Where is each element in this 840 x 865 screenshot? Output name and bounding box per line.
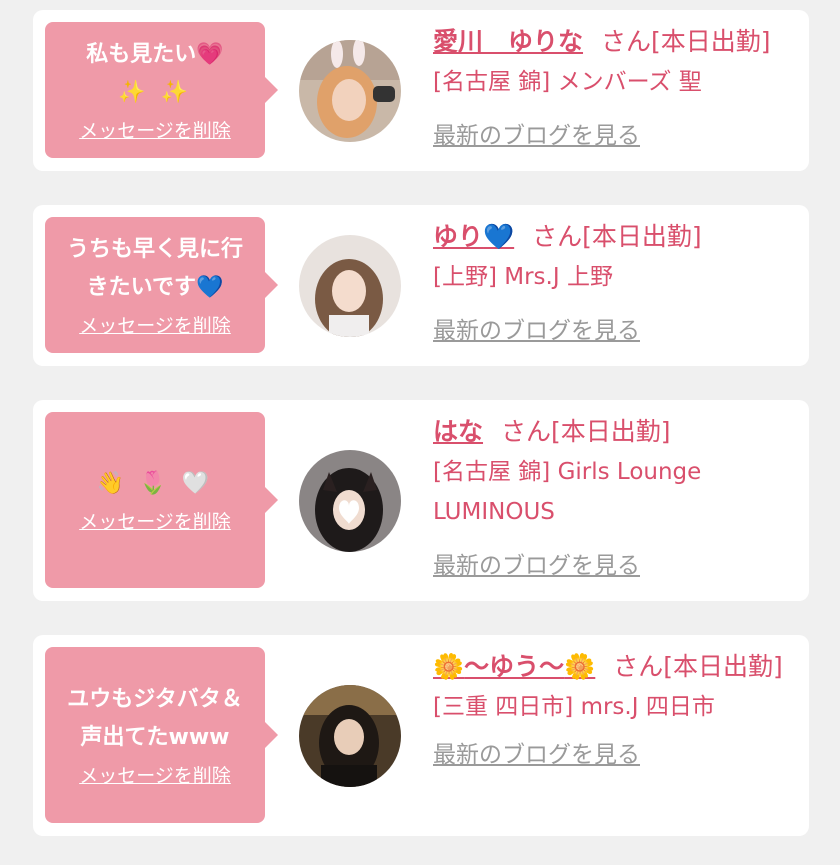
- name-suffix: さん[本日出勤]: [613, 652, 783, 681]
- message-line: ユウもジタバタ＆: [67, 687, 243, 712]
- name-line: ゆり💙 さん[本日出勤]: [433, 217, 789, 257]
- avatar[interactable]: [299, 685, 401, 787]
- shop-name: [三重 四日市] mrs.J 四日市: [433, 694, 715, 720]
- message-card: うちも早く見に行 きたいです💙 メッセージを削除 ゆり💙 さん[本日出勤] [上野…: [33, 205, 809, 366]
- avatar[interactable]: [299, 40, 401, 142]
- cast-name-text: 〜ゆう〜: [464, 652, 565, 681]
- delete-message-link[interactable]: メッセージを削除: [79, 118, 231, 144]
- delete-message-link[interactable]: メッセージを削除: [79, 509, 231, 535]
- message-line: 私も見たい: [86, 42, 197, 67]
- message-card: 👋 🌷 🤍 メッセージを削除 はな さん[本日出勤] [名古屋 錦] Girls …: [33, 400, 809, 601]
- heart-eyes-emoji-icon: 💗: [196, 42, 224, 67]
- blog-link[interactable]: 最新のブログを見る: [433, 735, 640, 775]
- shop-name: [上野] Mrs.J 上野: [433, 264, 613, 290]
- delete-message-link[interactable]: メッセージを削除: [79, 313, 231, 339]
- message-text: 私も見たい💗: [86, 36, 223, 74]
- name-suffix: さん[本日出勤]: [501, 417, 671, 446]
- emoji-row: 👋 🌷 🤍: [97, 465, 213, 503]
- message-bubble: うちも早く見に行 きたいです💙 メッセージを削除: [45, 217, 278, 353]
- blue-heart-emoji-icon: 💙: [195, 275, 224, 300]
- delete-message-link[interactable]: メッセージを削除: [79, 763, 231, 789]
- cast-info: はな さん[本日出勤] [名古屋 錦] Girls Lounge LUMINOUS…: [433, 412, 789, 586]
- blog-link[interactable]: 最新のブログを見る: [433, 546, 640, 586]
- shop-name: [名古屋 錦] Girls Lounge LUMINOUS: [433, 459, 702, 525]
- message-bubble: ユウもジタバタ＆ 声出てたwww メッセージを削除: [45, 647, 278, 823]
- cast-name-link[interactable]: 🌼〜ゆう〜🌼: [433, 652, 595, 681]
- message-list: 私も見たい💗 ✨ ✨ メッセージを削除 愛川 ゆりな さん[本日出勤] [名古屋 …: [0, 0, 840, 865]
- avatar[interactable]: [299, 450, 401, 552]
- waving-hand-emoji-icon: 👋 🌷 🤍: [96, 471, 214, 496]
- message-bubble: 👋 🌷 🤍 メッセージを削除: [45, 412, 278, 588]
- message-text: ユウもジタバタ＆ 声出てたwww: [67, 681, 243, 757]
- sunflower-icon: 🌼: [564, 652, 596, 681]
- blog-link[interactable]: 最新のブログを見る: [433, 116, 640, 156]
- message-card: 私も見たい💗 ✨ ✨ メッセージを削除 愛川 ゆりな さん[本日出勤] [名古屋 …: [33, 10, 809, 171]
- blog-link[interactable]: 最新のブログを見る: [433, 311, 640, 351]
- sunflower-icon: 🌼: [433, 652, 465, 681]
- blue-heart-icon: 💙: [483, 222, 515, 251]
- cast-name-link[interactable]: ゆり💙: [433, 222, 514, 251]
- avatar[interactable]: [299, 235, 401, 337]
- name-suffix: さん[本日出勤]: [532, 222, 702, 251]
- name-line: 愛川 ゆりな さん[本日出勤]: [433, 22, 789, 62]
- cast-info: 愛川 ゆりな さん[本日出勤] [名古屋 錦] メンバーズ 聖 最新のブログを見る: [433, 22, 789, 156]
- cast-name-link[interactable]: 愛川 ゆりな: [433, 27, 583, 56]
- cast-name-text: ゆり: [433, 222, 484, 251]
- name-suffix: さん[本日出勤]: [601, 27, 771, 56]
- message-line: きたいです: [86, 275, 196, 300]
- sparkles-emoji-icon: ✨ ✨: [118, 80, 192, 105]
- message-card: ユウもジタバタ＆ 声出てたwww メッセージを削除 🌼〜ゆう〜🌼 さん[本日出勤]…: [33, 635, 809, 836]
- message-line: うちも早く見に行: [66, 237, 243, 262]
- cast-info: 🌼〜ゆう〜🌼 さん[本日出勤] [三重 四日市] mrs.J 四日市 最新のブログ…: [433, 647, 789, 775]
- name-line: 🌼〜ゆう〜🌼 さん[本日出勤]: [433, 647, 789, 687]
- cast-name-link[interactable]: はな: [433, 417, 483, 446]
- name-line: はな さん[本日出勤]: [433, 412, 789, 452]
- shop-name: [名古屋 錦] メンバーズ 聖: [433, 69, 702, 95]
- cast-info: ゆり💙 さん[本日出勤] [上野] Mrs.J 上野 最新のブログを見る: [433, 217, 789, 351]
- message-text: うちも早く見に行 きたいです💙: [67, 231, 243, 307]
- message-bubble: 私も見たい💗 ✨ ✨ メッセージを削除: [45, 22, 278, 158]
- message-line: 声出てたwww: [80, 725, 230, 750]
